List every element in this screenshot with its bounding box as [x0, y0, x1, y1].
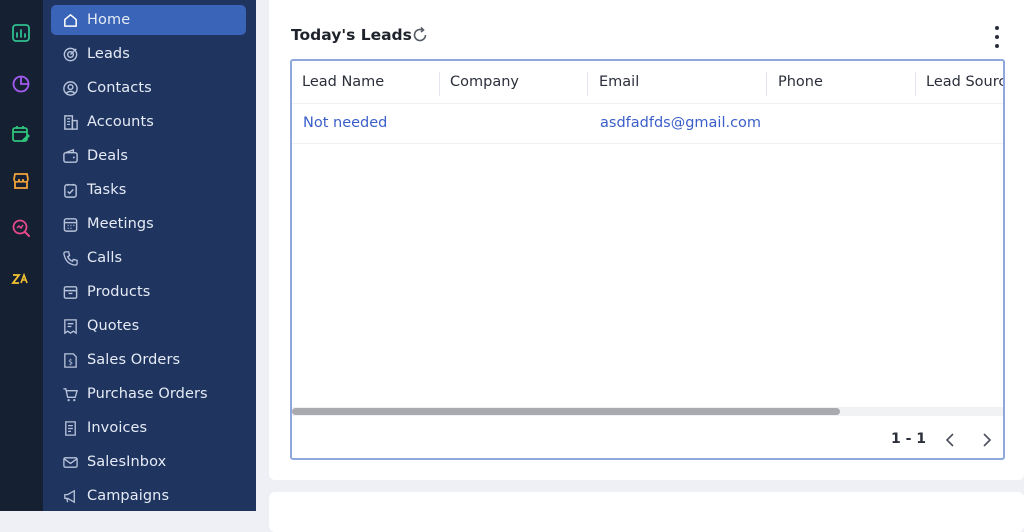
sidebar-item-deals[interactable]: Deals: [51, 141, 246, 171]
sidebar-item-contacts[interactable]: Contacts: [51, 73, 246, 103]
quote-icon: [61, 317, 79, 335]
sales-order-icon: $: [61, 351, 79, 369]
store-icon[interactable]: [10, 170, 32, 192]
sidebar-item-label: SalesInbox: [87, 454, 167, 470]
next-widget: [269, 492, 1024, 532]
app-rail: [0, 0, 43, 511]
sidebar-item-accounts[interactable]: Accounts: [51, 107, 246, 137]
task-icon: [61, 181, 79, 199]
refresh-icon[interactable]: [410, 25, 430, 45]
target-icon: [61, 45, 79, 63]
calendar-edit-icon[interactable]: [10, 123, 32, 145]
sidebar-item-meetings[interactable]: Meetings: [51, 209, 246, 239]
sidebar-item-salesinbox[interactable]: SalesInbox: [51, 447, 246, 477]
column-header-email[interactable]: Email: [599, 61, 639, 103]
sidebar-item-label: Quotes: [87, 318, 140, 334]
building-icon: [61, 113, 79, 131]
column-header-lead-source[interactable]: Lead Source: [926, 61, 1003, 103]
inbox-icon: [61, 453, 79, 471]
pagination-range: 1 - 1: [891, 431, 927, 447]
todays-leads-widget: Today's Leads Lead Name Company Email Ph…: [269, 0, 1024, 480]
scrollbar-thumb[interactable]: [292, 408, 840, 415]
sidebar-item-label: Campaigns: [87, 488, 170, 504]
sidebar-item-label: Contacts: [87, 80, 152, 96]
sidebar-item-purchase-orders[interactable]: Purchase Orders: [51, 379, 246, 409]
table-header: Lead Name Company Email Phone Lead Sourc…: [292, 61, 1003, 104]
sidebar-item-label: Calls: [87, 250, 123, 266]
zoho-logo-icon[interactable]: [10, 268, 32, 290]
sidebar-item-home[interactable]: Home: [51, 5, 246, 35]
column-header-lead-name[interactable]: Lead Name: [302, 61, 384, 103]
box-icon: [61, 283, 79, 301]
contacts-icon: [61, 79, 79, 97]
sidebar-item-label: Purchase Orders: [87, 386, 208, 402]
cart-icon: [61, 385, 79, 403]
horizontal-scrollbar[interactable]: [292, 407, 1003, 416]
wallet-icon: [61, 147, 79, 165]
sidebar-item-label: Invoices: [87, 420, 148, 436]
calendar-icon: [61, 215, 79, 233]
sidebar-item-label: Tasks: [87, 182, 127, 198]
sidebar-item-products[interactable]: Products: [51, 277, 246, 307]
main-content: Today's Leads Lead Name Company Email Ph…: [256, 0, 1024, 532]
next-page-icon[interactable]: [977, 429, 997, 451]
sidebar-item-quotes[interactable]: Quotes: [51, 311, 246, 341]
sidebar-item-tasks[interactable]: Tasks: [51, 175, 246, 205]
home-icon: [61, 11, 79, 29]
sidebar-item-leads[interactable]: Leads: [51, 39, 246, 69]
sidebar-item-campaigns[interactable]: Campaigns: [51, 481, 246, 511]
leads-table: Lead Name Company Email Phone Lead Sourc…: [290, 59, 1005, 460]
sidebar-item-label: Sales Orders: [87, 352, 181, 368]
lead-name-link[interactable]: Not needed: [303, 103, 387, 143]
invoice-icon: [61, 419, 79, 437]
previous-page-icon[interactable]: [940, 429, 960, 451]
analytics-icon[interactable]: [10, 22, 32, 44]
table-row: Not needed asdfadfds@gmail.com: [292, 103, 1003, 144]
megaphone-icon: [61, 487, 79, 505]
sidebar-item-label: Products: [87, 284, 151, 300]
sidebar-item-label: Accounts: [87, 114, 154, 130]
email-link[interactable]: asdfadfds@gmail.com: [600, 103, 761, 143]
widget-title: Today's Leads: [291, 26, 412, 44]
svg-text:$: $: [68, 357, 73, 366]
sidebar-item-label: Deals: [87, 148, 129, 164]
column-header-company[interactable]: Company: [450, 61, 519, 103]
sidebar-item-label: Leads: [87, 46, 130, 62]
sidebar-item-invoices[interactable]: Invoices: [51, 413, 246, 443]
column-header-phone[interactable]: Phone: [778, 61, 823, 103]
pie-chart-icon[interactable]: [10, 73, 32, 95]
sidebar-item-label: Meetings: [87, 216, 154, 232]
more-options-icon[interactable]: [991, 26, 1003, 48]
module-sidebar: Home Leads Contacts Accounts Deals Tasks…: [43, 0, 256, 511]
phone-icon: [61, 249, 79, 267]
sidebar-item-calls[interactable]: Calls: [51, 243, 246, 273]
sidebar-item-sales-orders[interactable]: $ Sales Orders: [51, 345, 246, 375]
sidebar-item-label: Home: [87, 12, 131, 28]
search-analytics-icon[interactable]: [10, 217, 32, 239]
